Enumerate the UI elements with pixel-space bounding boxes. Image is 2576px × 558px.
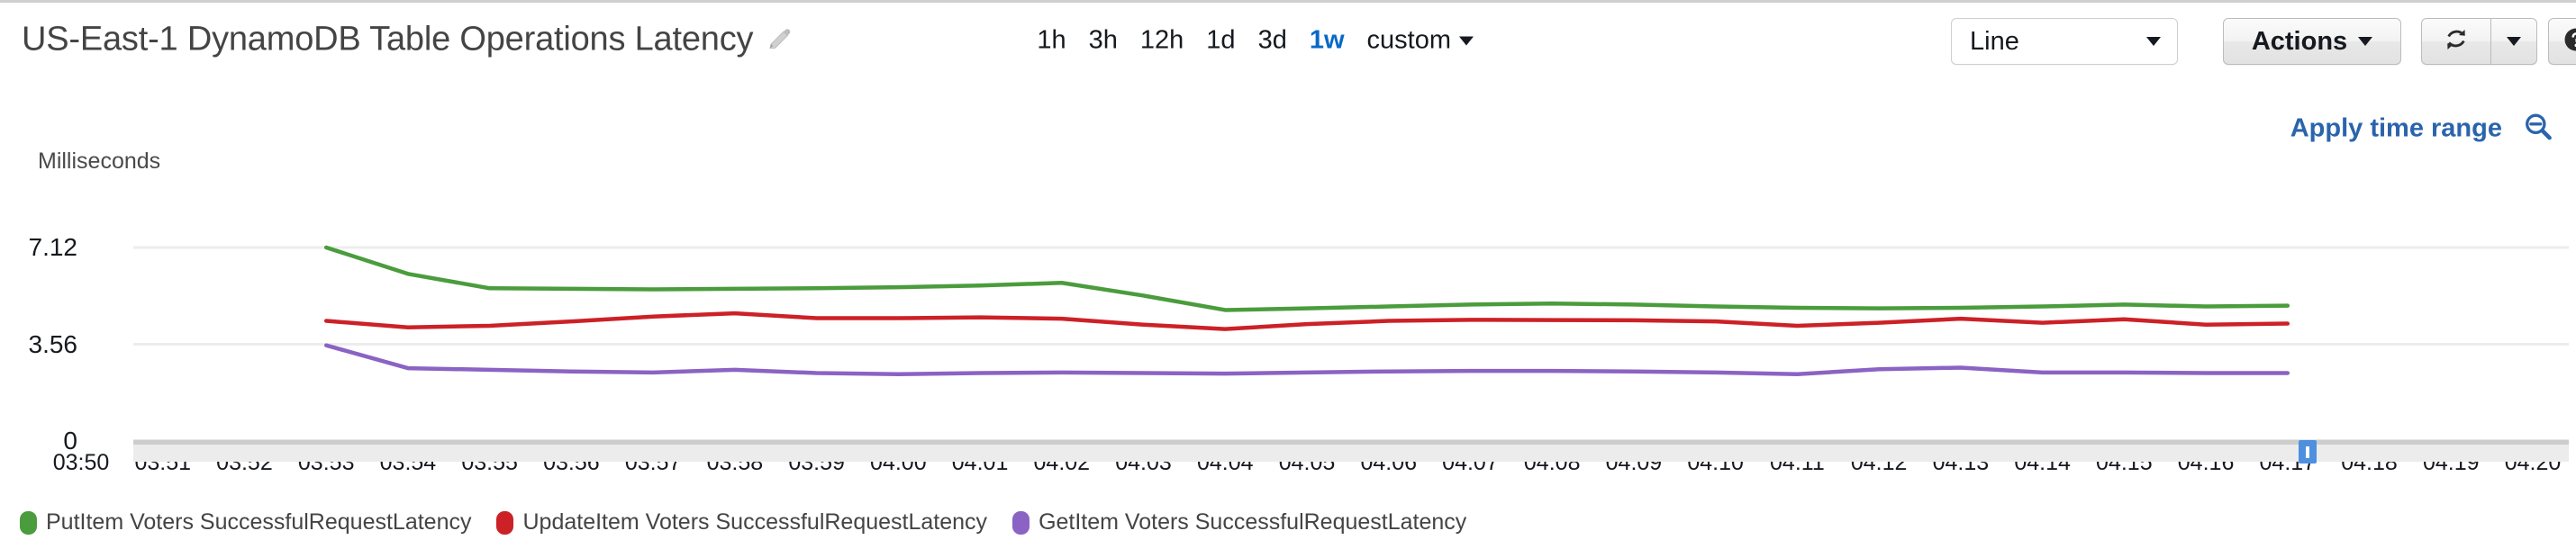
time-range-scrollbar[interactable] <box>133 442 2569 462</box>
chart-legend: PutItem Voters SuccessfulRequestLatency U… <box>20 509 1466 536</box>
chart-gridlines <box>133 246 2569 443</box>
pencil-icon[interactable] <box>766 26 793 53</box>
actions-button-label: Actions <box>2251 26 2348 56</box>
time-range-1d[interactable]: 1d <box>1206 27 1235 54</box>
title-group: US-East-1 DynamoDB Table Operations Late… <box>22 21 793 59</box>
legend-item-label: PutItem Voters SuccessfulRequestLatency <box>46 509 472 535</box>
page-title: US-East-1 DynamoDB Table Operations Late… <box>22 20 754 58</box>
time-range-selector: 1h 3h 12h 1d 3d 1w custom <box>1037 25 1474 55</box>
y-axis-tick-label: 3.56 <box>28 329 78 358</box>
chart-series-2 <box>323 343 2290 376</box>
time-range-1h[interactable]: 1h <box>1037 27 1066 54</box>
help-button[interactable] <box>2548 18 2576 65</box>
chart-type-select[interactable]: Line <box>1951 18 2178 65</box>
chart-series-lines <box>323 245 2290 376</box>
chevron-down-icon <box>2507 37 2521 46</box>
apply-time-range-group: Apply time range <box>2290 111 2554 148</box>
legend-color-swatch <box>496 510 514 535</box>
legend-item[interactable]: GetItem Voters SuccessfulRequestLatency <box>1012 509 1466 536</box>
legend-item-label: UpdateItem Voters SuccessfulRequestLaten… <box>522 509 988 535</box>
legend-color-swatch <box>20 510 37 535</box>
chart-series-1 <box>323 310 2290 331</box>
time-range-3d[interactable]: 3d <box>1258 27 1287 54</box>
chevron-down-icon <box>2358 37 2373 46</box>
legend-item-label: GetItem Voters SuccessfulRequestLatency <box>1039 509 1467 535</box>
help-circle-icon <box>2562 26 2576 58</box>
y-axis-title: Milliseconds <box>38 148 161 174</box>
chart-type-value: Line <box>1970 26 2019 56</box>
chart-series-0 <box>323 245 2290 312</box>
magnifier-minus-icon[interactable] <box>2522 111 2554 148</box>
time-range-custom[interactable]: custom <box>1366 25 1474 55</box>
time-range-1w[interactable]: 1w <box>1310 27 1345 54</box>
chevron-down-icon <box>2146 37 2161 46</box>
y-axis-tick-label: 7.12 <box>28 233 78 261</box>
refresh-button[interactable] <box>2421 18 2491 65</box>
metric-graph-panel: US-East-1 DynamoDB Table Operations Late… <box>0 0 2576 558</box>
refresh-options-button[interactable] <box>2490 18 2537 65</box>
time-range-custom-label: custom <box>1366 25 1451 55</box>
legend-item[interactable]: PutItem Voters SuccessfulRequestLatency <box>20 509 471 536</box>
time-range-12h[interactable]: 12h <box>1140 27 1184 54</box>
chevron-down-icon <box>1459 36 1474 45</box>
legend-item[interactable]: UpdateItem Voters SuccessfulRequestLaten… <box>496 509 987 536</box>
legend-color-swatch <box>1012 510 1030 535</box>
time-range-3h[interactable]: 3h <box>1089 27 1118 54</box>
refresh-icon <box>2443 26 2470 58</box>
apply-time-range-link[interactable]: Apply time range <box>2290 114 2502 144</box>
time-range-scrollbar-handle[interactable] <box>2299 440 2317 464</box>
actions-button[interactable]: Actions <box>2223 18 2401 65</box>
x-axis-tick-label: 03:50 <box>52 450 110 475</box>
panel-header: US-East-1 DynamoDB Table Operations Late… <box>0 5 2576 76</box>
